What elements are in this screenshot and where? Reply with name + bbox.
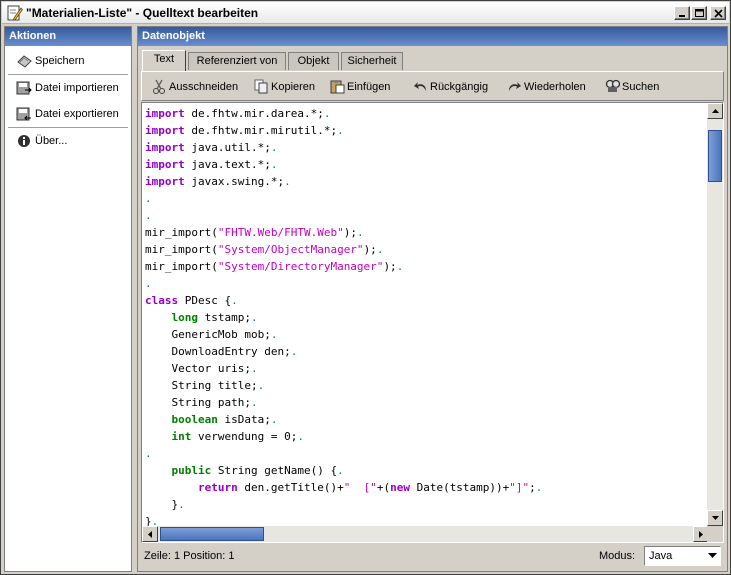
- minimize-icon: [679, 15, 685, 17]
- code-text[interactable]: import de.fhtw.mir.darea.*;. import de.fh…: [145, 105, 542, 530]
- code-line[interactable]: .: [145, 275, 542, 292]
- code-line[interactable]: String path;.: [145, 394, 542, 411]
- tab-text[interactable]: Text: [142, 50, 186, 71]
- code-line[interactable]: Vector uris;.: [145, 360, 542, 377]
- copy-button[interactable]: Kopieren: [254, 76, 315, 98]
- undo-button[interactable]: Rückgängig: [413, 76, 488, 98]
- import-file-label: Datei importieren: [35, 82, 119, 94]
- close-icon: [714, 9, 723, 18]
- code-line[interactable]: mir_import("System/DirectoryManager");.: [145, 258, 542, 275]
- title-bar[interactable]: "Materialien-Liste" - Quelltext bearbeit…: [2, 2, 729, 24]
- editor-toolbar: Ausschneiden Kopieren Einfügen Rückgängi…: [141, 71, 724, 101]
- redo-icon: [509, 82, 521, 91]
- actions-panel: Aktionen Speichern Datei importieren Dat…: [4, 26, 132, 572]
- scroll-down-button[interactable]: [707, 510, 723, 526]
- paste-icon: [330, 80, 345, 94]
- horizontal-scrollbar[interactable]: [142, 526, 709, 542]
- save-action[interactable]: Speichern: [5, 48, 131, 74]
- code-line[interactable]: boolean isData;.: [145, 411, 542, 428]
- edit-document-icon: [7, 5, 23, 21]
- redo-button[interactable]: Wiederholen: [507, 76, 586, 98]
- cursor-position: Zeile: 1 Position: 1: [144, 550, 235, 562]
- maximize-icon: [695, 9, 704, 17]
- import-file-action[interactable]: Datei importieren: [5, 75, 131, 101]
- code-line[interactable]: .: [145, 190, 542, 207]
- save-icon: [17, 55, 32, 68]
- horizontal-scroll-thumb[interactable]: [160, 527, 264, 541]
- paste-label: Einfügen: [347, 81, 391, 93]
- cut-button[interactable]: Ausschneiden: [152, 76, 238, 98]
- mode-label: Modus:: [599, 550, 636, 562]
- undo-label: Rückgängig: [430, 81, 489, 93]
- scroll-corner: [707, 526, 723, 542]
- code-line[interactable]: import de.fhtw.mir.darea.*;.: [145, 105, 542, 122]
- about-action[interactable]: Über...: [5, 128, 131, 154]
- code-line[interactable]: String title;.: [145, 377, 542, 394]
- about-label: Über...: [35, 135, 68, 147]
- minimize-button[interactable]: [674, 6, 690, 20]
- actions-header: Aktionen: [5, 27, 131, 46]
- vertical-scrollbar[interactable]: [707, 103, 723, 526]
- code-line[interactable]: DownloadEntry den;.: [145, 343, 542, 360]
- arrow-left-icon: [148, 531, 152, 538]
- export-file-label: Datei exportieren: [35, 108, 119, 120]
- tab-security[interactable]: Sicherheit: [341, 52, 403, 70]
- save-label: Speichern: [35, 55, 85, 67]
- redo-label: Wiederholen: [524, 81, 586, 93]
- code-line[interactable]: return den.getTitle()+" ["+(new Date(tst…: [145, 479, 542, 496]
- chevron-down-icon: [708, 553, 717, 558]
- copy-icon: [254, 79, 268, 94]
- maximize-button[interactable]: [691, 6, 707, 20]
- arrow-right-icon: [699, 531, 703, 538]
- arrow-up-icon: [712, 109, 719, 113]
- code-line[interactable]: import java.util.*;.: [145, 139, 542, 156]
- copy-label: Kopieren: [271, 81, 316, 93]
- mode-select[interactable]: Java: [644, 546, 721, 566]
- status-bar: Zeile: 1 Position: 1 Modus: Java: [141, 546, 724, 568]
- search-label: Suchen: [622, 81, 660, 93]
- data-object-panel: Datenobjekt Text Referenziert von Objekt…: [137, 26, 728, 572]
- paste-button[interactable]: Einfügen: [330, 76, 390, 98]
- scroll-left-button[interactable]: [142, 526, 158, 542]
- code-line[interactable]: }.: [145, 496, 542, 513]
- search-icon: [605, 79, 620, 92]
- undo-icon: [414, 82, 426, 91]
- arrow-down-icon: [712, 516, 719, 520]
- scissors-icon: [153, 79, 165, 94]
- code-line[interactable]: .: [145, 445, 542, 462]
- code-line[interactable]: mir_import("System/ObjectManager");.: [145, 241, 542, 258]
- mode-value: Java: [649, 550, 673, 562]
- import-icon: [16, 81, 32, 95]
- close-button[interactable]: [710, 6, 726, 20]
- code-line[interactable]: mir_import("FHTW.Web/FHTW.Web");.: [145, 224, 542, 241]
- code-editor[interactable]: import de.fhtw.mir.darea.*;. import de.fh…: [141, 102, 724, 543]
- code-line[interactable]: .: [145, 207, 542, 224]
- code-line[interactable]: long tstamp;.: [145, 309, 542, 326]
- main-window: "Materialien-Liste" - Quelltext bearbeit…: [0, 0, 731, 575]
- code-line[interactable]: int verwendung = 0;.: [145, 428, 542, 445]
- tab-referenced-by[interactable]: Referenziert von: [188, 52, 286, 70]
- data-object-header: Datenobjekt: [138, 27, 727, 46]
- export-file-action[interactable]: Datei exportieren: [5, 101, 131, 127]
- code-line[interactable]: public String getName() {.: [145, 462, 542, 479]
- vertical-scroll-thumb[interactable]: [708, 130, 722, 182]
- code-line[interactable]: class PDesc {.: [145, 292, 542, 309]
- code-line[interactable]: import java.text.*;.: [145, 156, 542, 173]
- export-icon: [16, 107, 31, 121]
- scroll-up-button[interactable]: [707, 103, 723, 119]
- info-icon: [18, 135, 30, 147]
- tab-object[interactable]: Objekt: [288, 52, 339, 70]
- code-line[interactable]: import javax.swing.*;.: [145, 173, 542, 190]
- cut-label: Ausschneiden: [169, 81, 239, 93]
- window-title: "Materialien-Liste" - Quelltext bearbeit…: [26, 6, 259, 20]
- code-line[interactable]: import de.fhtw.mir.mirutil.*;.: [145, 122, 542, 139]
- search-button[interactable]: Suchen: [605, 76, 659, 98]
- code-line[interactable]: GenericMob mob;.: [145, 326, 542, 343]
